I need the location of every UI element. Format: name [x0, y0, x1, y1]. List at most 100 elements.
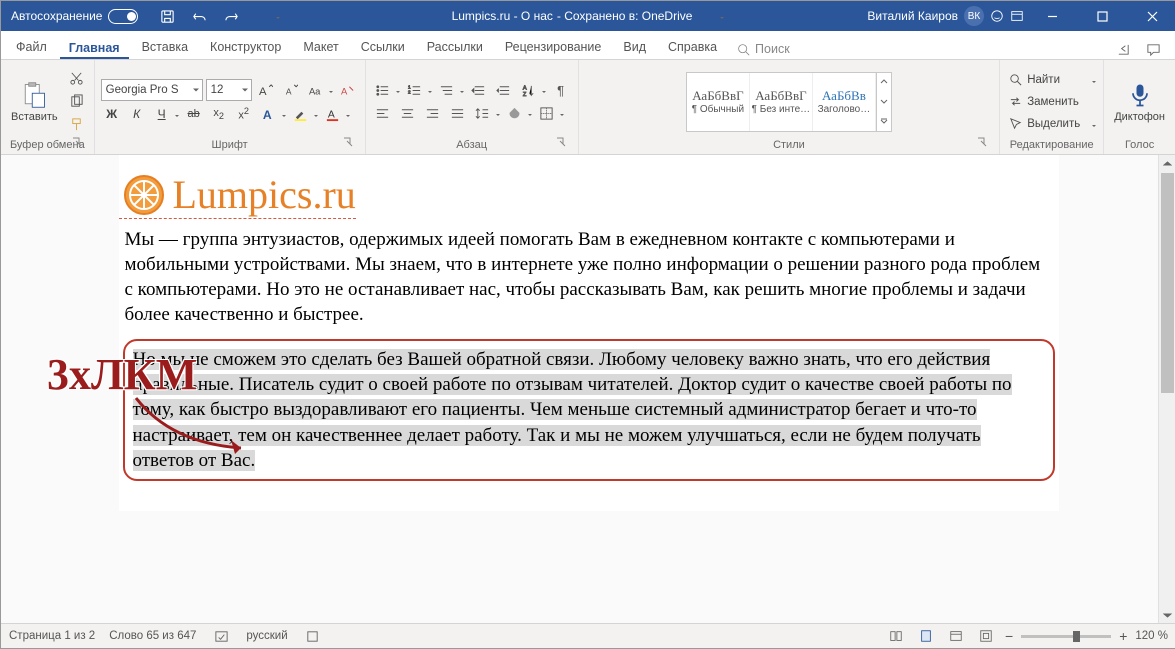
- zoom-in-icon[interactable]: +: [1119, 628, 1127, 644]
- text-effects-icon[interactable]: A: [258, 104, 287, 124]
- face-icon[interactable]: [990, 9, 1004, 23]
- scroll-thumb[interactable]: [1161, 173, 1174, 393]
- zoom-slider[interactable]: [1021, 635, 1111, 638]
- zoom-out-icon[interactable]: −: [1005, 628, 1013, 644]
- indent-dec-icon[interactable]: [468, 80, 490, 100]
- font-name-combo[interactable]: Georgia Pro S: [101, 79, 203, 101]
- font-launcher-icon[interactable]: [342, 137, 355, 150]
- spellcheck-icon[interactable]: [210, 626, 232, 646]
- replace-button[interactable]: Заменить: [1006, 92, 1097, 112]
- zoom-level[interactable]: 120 %: [1135, 630, 1168, 642]
- focus-icon[interactable]: [975, 627, 997, 645]
- title-dropdown-icon[interactable]: [696, 6, 725, 26]
- select-button[interactable]: Выделить: [1006, 114, 1097, 134]
- bullets-icon[interactable]: [372, 80, 401, 100]
- share-button[interactable]: [1112, 39, 1134, 59]
- find-button[interactable]: Найти: [1006, 70, 1097, 90]
- paragraph-2-selected[interactable]: Но мы не сможем это сделать без Вашей об…: [133, 349, 1012, 470]
- tab-help[interactable]: Справка: [659, 35, 726, 59]
- status-page[interactable]: Страница 1 из 2: [9, 630, 95, 642]
- scroll-up-icon[interactable]: [1159, 155, 1175, 172]
- cut-icon[interactable]: [66, 69, 88, 89]
- style-heading[interactable]: АаБбВвЗаголово…: [813, 73, 876, 131]
- tab-file[interactable]: Файл: [7, 35, 56, 59]
- paragraph-launcher-icon[interactable]: [555, 137, 568, 150]
- font-color-icon[interactable]: A: [322, 104, 351, 124]
- status-bar: Страница 1 из 2 Слово 65 из 647 русский …: [1, 623, 1175, 648]
- indent-inc-icon[interactable]: [493, 80, 515, 100]
- font-label: Шрифт: [212, 139, 248, 151]
- underline-icon[interactable]: Ч: [151, 104, 180, 124]
- pilcrow-icon[interactable]: ¶: [550, 80, 572, 100]
- tab-review[interactable]: Рецензирование: [496, 35, 611, 59]
- group-voice: Диктофон Голос: [1104, 60, 1175, 154]
- clear-format-icon[interactable]: A: [337, 80, 359, 100]
- align-left-icon[interactable]: [372, 103, 394, 123]
- read-mode-icon[interactable]: [885, 627, 907, 645]
- tab-home[interactable]: Главная: [60, 36, 129, 60]
- gallery-expand-icon[interactable]: [876, 73, 891, 131]
- subscript-icon[interactable]: x2: [208, 104, 230, 124]
- tab-references[interactable]: Ссылки: [352, 35, 414, 59]
- paragraph-1[interactable]: Мы — группа энтузиастов, одержимых идеей…: [119, 227, 1059, 327]
- numbering-icon[interactable]: 12: [404, 80, 433, 100]
- superscript-icon[interactable]: x2: [233, 104, 255, 124]
- undo-icon[interactable]: [188, 6, 210, 26]
- page[interactable]: Lumpics.ru Мы — группа энтузиастов, одер…: [119, 155, 1059, 511]
- vertical-scrollbar[interactable]: [1158, 155, 1175, 624]
- comments-button[interactable]: [1142, 39, 1164, 59]
- title-right: Виталий Каиров ВК: [867, 1, 1175, 31]
- save-icon[interactable]: [156, 6, 178, 26]
- line-spacing-icon[interactable]: [472, 103, 501, 123]
- styles-gallery[interactable]: АаБбВвГ¶ Обычный АаБбВвГ¶ Без инте… АаБб…: [686, 72, 892, 132]
- style-nospacing[interactable]: АаБбВвГ¶ Без инте…: [750, 73, 813, 131]
- tell-me-search[interactable]: Поиск: [730, 39, 797, 59]
- web-layout-icon[interactable]: [945, 627, 967, 645]
- qat-customize-icon[interactable]: [252, 6, 281, 26]
- copy-icon[interactable]: [66, 92, 88, 112]
- close-button[interactable]: [1130, 1, 1174, 31]
- align-center-icon[interactable]: [397, 103, 419, 123]
- toggle-switch-icon: [108, 9, 138, 24]
- align-right-icon[interactable]: [422, 103, 444, 123]
- clipboard-launcher-icon[interactable]: [71, 137, 84, 150]
- paste-button[interactable]: Вставить: [7, 79, 62, 125]
- save-location[interactable]: - Сохранено в: OneDrive: [557, 9, 693, 23]
- accessibility-icon[interactable]: [302, 626, 324, 646]
- bold-icon[interactable]: Ж: [101, 104, 123, 124]
- autosave-toggle[interactable]: Автосохранение: [1, 9, 148, 24]
- tab-layout[interactable]: Макет: [294, 35, 347, 59]
- tab-insert[interactable]: Вставка: [133, 35, 197, 59]
- highlight-icon[interactable]: [290, 104, 319, 124]
- user-name[interactable]: Виталий Каиров: [867, 9, 958, 23]
- shading-icon[interactable]: [504, 103, 533, 123]
- sort-icon[interactable]: AZ: [518, 80, 547, 100]
- tab-design[interactable]: Конструктор: [201, 35, 290, 59]
- strike-icon[interactable]: ab: [183, 104, 205, 124]
- grow-font-icon[interactable]: A: [255, 80, 277, 100]
- ribbon-options-icon[interactable]: [1010, 9, 1024, 23]
- print-layout-icon[interactable]: [915, 627, 937, 645]
- format-painter-icon[interactable]: [66, 115, 88, 135]
- multilevel-icon[interactable]: [436, 80, 465, 100]
- tab-view[interactable]: Вид: [614, 35, 655, 59]
- styles-launcher-icon[interactable]: [976, 137, 989, 150]
- status-language[interactable]: русский: [246, 630, 287, 642]
- dictate-button[interactable]: Диктофон: [1110, 79, 1169, 125]
- font-size-combo[interactable]: 12: [206, 79, 252, 101]
- tab-mailings[interactable]: Рассылки: [418, 35, 492, 59]
- scroll-down-icon[interactable]: [1159, 607, 1175, 624]
- shrink-font-icon[interactable]: A: [280, 80, 302, 100]
- svg-text:A: A: [263, 108, 272, 122]
- redo-icon[interactable]: [220, 6, 242, 26]
- style-normal[interactable]: АаБбВвГ¶ Обычный: [687, 73, 750, 131]
- borders-icon[interactable]: [536, 103, 565, 123]
- search-label: Поиск: [755, 42, 790, 56]
- status-words[interactable]: Слово 65 из 647: [109, 630, 196, 642]
- justify-icon[interactable]: [447, 103, 469, 123]
- change-case-icon[interactable]: Aa: [305, 80, 334, 100]
- minimize-button[interactable]: [1030, 1, 1074, 31]
- italic-icon[interactable]: К: [126, 104, 148, 124]
- avatar[interactable]: ВК: [964, 6, 984, 26]
- maximize-button[interactable]: [1080, 1, 1124, 31]
